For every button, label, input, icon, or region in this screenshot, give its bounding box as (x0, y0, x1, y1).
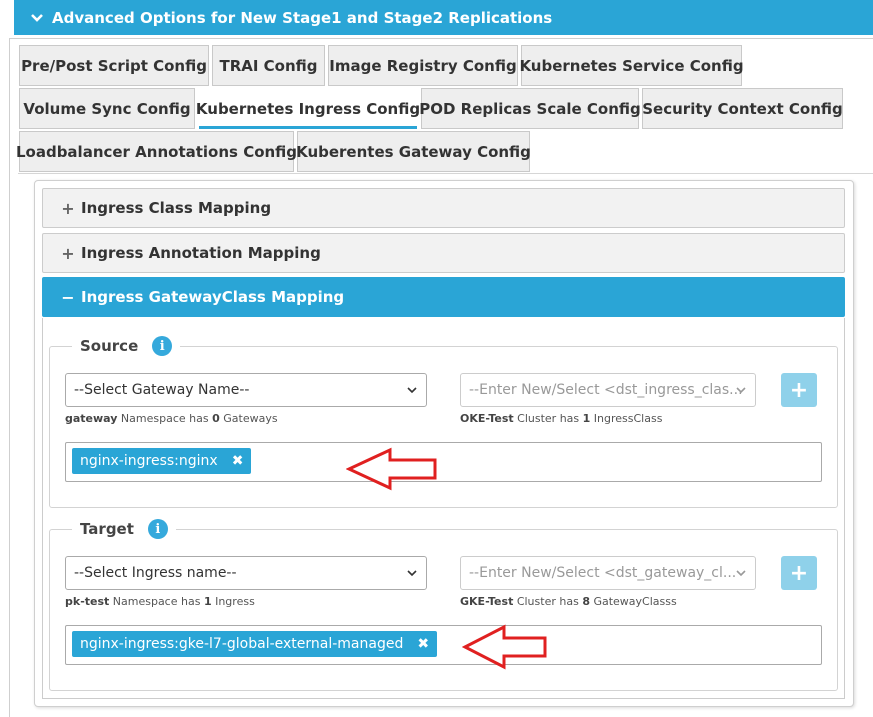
source-legend: Source i (72, 335, 181, 357)
source-gateway-select[interactable]: --Select Gateway Name-- (65, 373, 427, 407)
source-ingress-class-select[interactable]: --Enter New/Select <dst_ingress_clas... (460, 373, 756, 407)
tab-trai-config[interactable]: TRAI Config (212, 45, 325, 86)
chevron-down-icon (406, 384, 418, 400)
accordion-label: Ingress Class Mapping (81, 199, 272, 217)
tab-security-context-config[interactable]: Security Context Config (642, 88, 843, 129)
plus-icon: + (61, 198, 75, 218)
info-icon[interactable]: i (152, 336, 173, 356)
advanced-options-header[interactable]: Advanced Options for New Stage1 and Stag… (14, 0, 873, 35)
source-mapping-tag-label: nginx-ingress:nginx (80, 453, 218, 469)
source-add-button[interactable]: + (781, 373, 817, 407)
target-mapping-box[interactable]: nginx-ingress:gke-l7-global-external-man… (65, 625, 822, 665)
source-ingress-class-placeholder: --Enter New/Select <dst_ingress_clas... (469, 382, 743, 398)
target-mapping-tag: nginx-ingress:gke-l7-global-external-man… (72, 631, 438, 657)
target-label: Target (80, 520, 134, 538)
accordion-ingress-gatewayclass-mapping[interactable]: − Ingress GatewayClass Mapping (42, 277, 845, 317)
tab-kubernetes-ingress-config[interactable]: Kubernetes Ingress Config (196, 88, 420, 129)
tab-pod-replicas-scale-config[interactable]: POD Replicas Scale Config (419, 88, 641, 129)
arrow-left-icon (346, 447, 437, 491)
plus-icon: + (789, 377, 809, 403)
tab-divider (18, 173, 873, 174)
chevron-down-icon (406, 567, 418, 583)
tab-volume-sync-config[interactable]: Volume Sync Config (19, 88, 195, 129)
chevron-down-icon (735, 384, 747, 400)
accordion-label: Ingress GatewayClass Mapping (81, 288, 345, 306)
plus-icon: + (61, 243, 75, 263)
target-fieldset (49, 529, 838, 691)
target-mapping-tag-label: nginx-ingress:gke-l7-global-external-man… (80, 636, 404, 652)
accordion-ingress-class-mapping[interactable]: + Ingress Class Mapping (42, 188, 845, 228)
tab-loadbalancer-annotations-config[interactable]: Loadbalancer Annotations Config (16, 131, 297, 172)
target-gateway-class-select[interactable]: --Enter New/Select <dst_gateway_cl... (460, 556, 756, 590)
tab-image-registry-config[interactable]: Image Registry Config (328, 45, 518, 86)
remove-icon[interactable]: ✖ (232, 453, 244, 469)
chevron-down-icon (30, 13, 44, 23)
target-gateway-class-placeholder: --Enter New/Select <dst_gateway_cl... (469, 565, 737, 581)
source-mapping-box[interactable]: nginx-ingress:nginx ✖ (65, 442, 822, 482)
accordion-ingress-annotation-mapping[interactable]: + Ingress Annotation Mapping (42, 233, 845, 273)
target-legend: Target i (72, 518, 176, 540)
source-namespace-helper: gateway Namespace has 0 Gateways (65, 412, 278, 425)
target-cluster-helper: GKE-Test Cluster has 8 GatewayClasss (460, 595, 677, 608)
minus-icon: − (61, 287, 75, 307)
source-gateway-select-value: --Select Gateway Name-- (74, 382, 250, 398)
target-ingress-select[interactable]: --Select Ingress name-- (65, 556, 427, 590)
target-namespace-helper: pk-test Namespace has 1 Ingress (65, 595, 255, 608)
source-fieldset (49, 346, 838, 508)
plus-icon: + (789, 560, 809, 586)
remove-icon[interactable]: ✖ (417, 636, 429, 652)
accordion-label: Ingress Annotation Mapping (81, 244, 321, 262)
arrow-left-icon (462, 624, 547, 670)
source-mapping-tag: nginx-ingress:nginx ✖ (72, 448, 252, 474)
source-label: Source (80, 337, 139, 355)
tab-pre-post-script-config[interactable]: Pre/Post Script Config (19, 45, 209, 86)
target-add-button[interactable]: + (781, 556, 817, 590)
info-icon[interactable]: i (147, 519, 168, 539)
tab-kuberentes-gateway-config[interactable]: Kuberentes Gateway Config (296, 131, 531, 172)
header-title: Advanced Options for New Stage1 and Stag… (52, 8, 553, 27)
tab-kubernetes-service-config[interactable]: Kubernetes Service Config (519, 45, 744, 86)
chevron-down-icon (735, 567, 747, 583)
target-ingress-select-value: --Select Ingress name-- (74, 565, 237, 581)
source-cluster-helper: OKE-Test Cluster has 1 IngressClass (460, 412, 663, 425)
